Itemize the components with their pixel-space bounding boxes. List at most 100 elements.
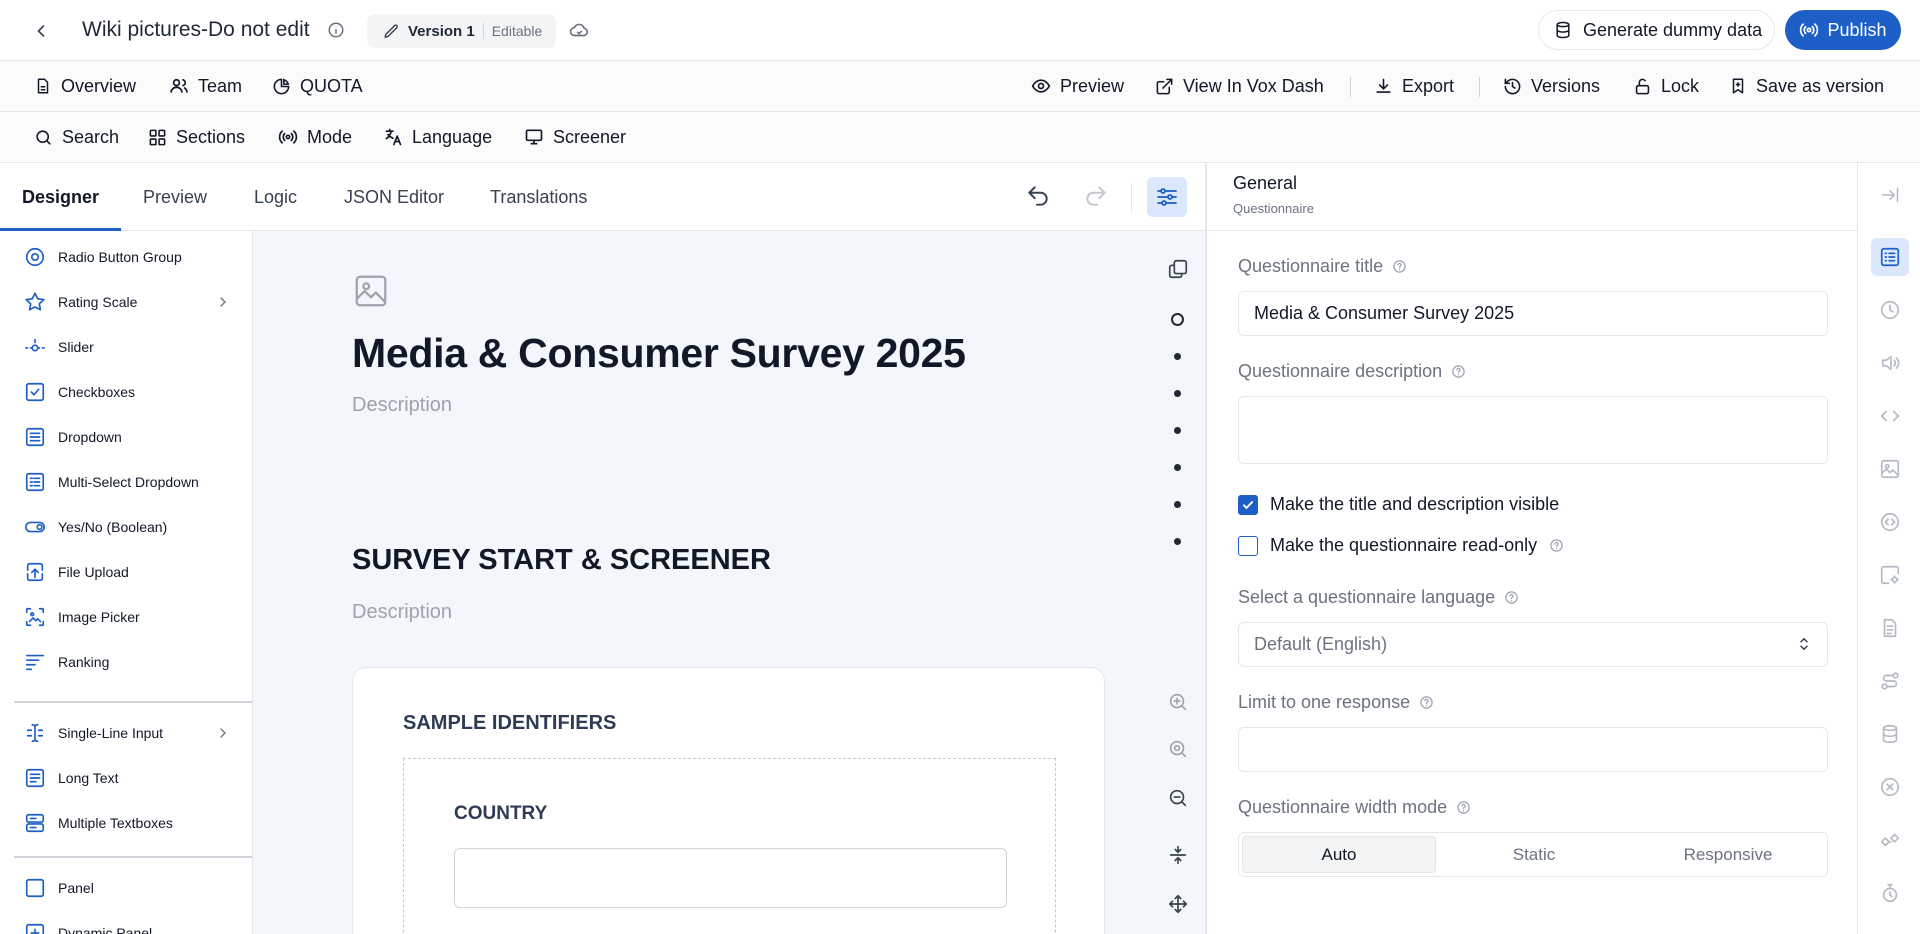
category-navigation[interactable] [1875, 507, 1905, 537]
width-mode-auto[interactable]: Auto [1242, 836, 1436, 873]
page-nav-dot[interactable] [1174, 501, 1181, 508]
category-pages[interactable] [1875, 613, 1905, 643]
tool-dropdown[interactable]: Dropdown [0, 419, 252, 455]
category-timer[interactable] [1875, 295, 1905, 325]
page-description[interactable]: Description [352, 601, 452, 624]
expand-all-button[interactable] [1165, 891, 1191, 917]
back-button[interactable] [28, 18, 54, 44]
nav-view-in-vox-dash[interactable]: View In Vox Dash [1155, 61, 1324, 111]
page-nav-dot[interactable] [1174, 427, 1181, 434]
tab-designer[interactable]: Designer [22, 163, 99, 231]
question-container[interactable]: COUNTRY [403, 758, 1056, 934]
question-title[interactable]: COUNTRY [454, 803, 547, 825]
category-validation[interactable] [1875, 772, 1905, 802]
property-grid-toggle-button[interactable] [1147, 177, 1187, 217]
help-icon[interactable] [1392, 259, 1407, 274]
zoom-reset-button[interactable] [1165, 736, 1191, 762]
help-icon[interactable] [1456, 800, 1471, 815]
tool-multi-select-dropdown[interactable]: Multi-Select Dropdown [0, 464, 252, 500]
checkbox-unchecked[interactable] [1238, 535, 1258, 556]
questionnaire-description-textarea[interactable] [1238, 396, 1828, 464]
language-button[interactable]: Language [383, 112, 492, 162]
title-visible-checkbox[interactable]: Make the title and description visible [1238, 494, 1559, 515]
nav-team[interactable]: Team [169, 61, 242, 111]
cloud-sync-icon[interactable] [568, 19, 590, 41]
category-quiz-timer[interactable] [1875, 878, 1905, 908]
survey-title[interactable]: Media & Consumer Survey 2025 [352, 330, 966, 377]
tab-translations[interactable]: Translations [490, 163, 587, 231]
question-input[interactable] [454, 848, 1007, 908]
category-calculated-values[interactable] [1875, 825, 1905, 855]
search-button[interactable]: Search [34, 112, 119, 162]
help-icon[interactable] [1549, 538, 1564, 553]
help-icon[interactable] [1504, 590, 1519, 605]
panel-title[interactable]: SAMPLE IDENTIFIERS [403, 712, 616, 735]
read-only-checkbox[interactable]: Make the questionnaire read-only [1238, 535, 1564, 556]
tool-yes-no-boolean[interactable]: Yes/No (Boolean) [0, 509, 252, 545]
nav-overview[interactable]: Overview [34, 61, 136, 111]
category-audio[interactable] [1875, 348, 1905, 378]
undo-button[interactable] [1025, 183, 1051, 209]
publish-button[interactable]: Publish [1785, 10, 1901, 50]
generate-dummy-data-button[interactable]: Generate dummy data [1538, 10, 1776, 50]
collapse-panel-button[interactable] [1875, 180, 1905, 210]
sections-button[interactable]: Sections [148, 112, 245, 162]
width-mode-static[interactable]: Static [1438, 836, 1630, 873]
logo-placeholder-icon[interactable] [352, 272, 390, 310]
tab-logic[interactable]: Logic [254, 163, 297, 231]
questionnaire-description-label: Questionnaire description [1238, 361, 1466, 382]
checkbox-checked[interactable] [1238, 494, 1258, 515]
zoom-in-button[interactable] [1165, 689, 1191, 715]
tab-preview[interactable]: Preview [143, 163, 207, 231]
redo-button[interactable] [1083, 183, 1109, 209]
page-title[interactable]: SURVEY START & SCREENER [352, 544, 771, 577]
category-question-settings[interactable] [1875, 560, 1905, 590]
version-selector[interactable]: Version 1 Editable [367, 14, 557, 48]
panel-card[interactable]: SAMPLE IDENTIFIERS COUNTRY [352, 667, 1105, 934]
questionnaire-language-select[interactable]: Default (English) [1238, 622, 1828, 667]
questionnaire-title-input[interactable]: Media & Consumer Survey 2025 [1238, 291, 1828, 336]
nav-export[interactable]: Export [1374, 61, 1454, 111]
copy-button[interactable] [1165, 256, 1191, 282]
category-code[interactable] [1875, 401, 1905, 431]
collapse-all-button[interactable] [1165, 842, 1191, 868]
tool-radio-button-group[interactable]: Radio Button Group [0, 239, 252, 275]
nav-quota[interactable]: QUOTA [272, 61, 363, 111]
tool-ranking[interactable]: Ranking [0, 644, 252, 680]
page-nav-dot[interactable] [1171, 313, 1184, 326]
multi-dropdown-icon [25, 472, 45, 492]
category-data[interactable] [1875, 719, 1905, 749]
page-nav-dot[interactable] [1174, 464, 1181, 471]
tool-multiple-textboxes[interactable]: Multiple Textboxes [0, 805, 252, 841]
tool-image-picker[interactable]: Image Picker [0, 599, 252, 635]
mode-button[interactable]: Mode [278, 112, 352, 162]
tool-slider[interactable]: Slider [0, 329, 252, 365]
width-mode-responsive[interactable]: Responsive [1632, 836, 1824, 873]
category-logo[interactable] [1875, 454, 1905, 484]
nav-versions[interactable]: Versions [1503, 61, 1600, 111]
property-panel-title: General [1233, 173, 1298, 193]
tool-checkboxes[interactable]: Checkboxes [0, 374, 252, 410]
category-general[interactable] [1871, 238, 1909, 276]
tool-rating-scale[interactable]: Rating Scale [0, 284, 252, 320]
nav-save-as-version[interactable]: Save as version [1729, 61, 1884, 111]
category-logic[interactable] [1875, 666, 1905, 696]
nav-preview[interactable]: Preview [1031, 61, 1124, 111]
limit-one-response-input[interactable] [1238, 727, 1828, 772]
nav-lock[interactable]: Lock [1633, 61, 1699, 111]
help-icon[interactable] [1419, 695, 1434, 710]
zoom-out-button[interactable] [1165, 785, 1191, 811]
tool-file-upload[interactable]: File Upload [0, 554, 252, 590]
screener-button[interactable]: Screener [524, 112, 626, 162]
tool-single-line-input[interactable]: Single-Line Input [0, 715, 252, 751]
tool-panel[interactable]: Panel [0, 870, 252, 906]
tab-json-editor[interactable]: JSON Editor [344, 163, 444, 231]
tool-dynamic-panel[interactable]: Dynamic Panel [0, 915, 252, 934]
survey-description[interactable]: Description [352, 394, 452, 417]
page-nav-dot[interactable] [1174, 390, 1181, 397]
page-nav-dot[interactable] [1174, 538, 1181, 545]
tool-long-text[interactable]: Long Text [0, 760, 252, 796]
info-icon[interactable] [327, 21, 345, 39]
help-icon[interactable] [1451, 364, 1466, 379]
page-nav-dot[interactable] [1174, 353, 1181, 360]
